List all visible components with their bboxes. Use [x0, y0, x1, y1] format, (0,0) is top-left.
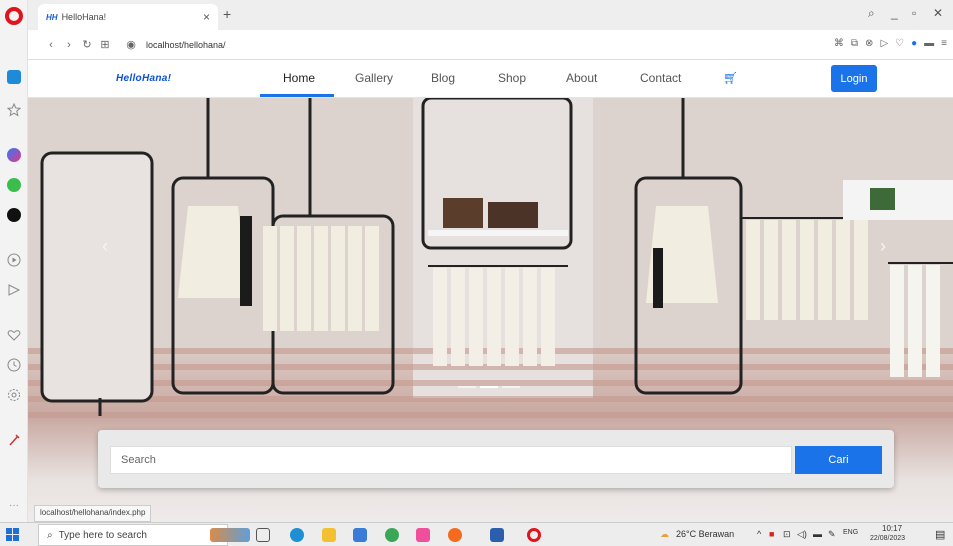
url-field[interactable]: localhost/hellohana/ — [146, 40, 226, 50]
brand-logo[interactable]: HelloHana! — [116, 73, 171, 84]
profile-icon[interactable]: ● — [911, 38, 917, 49]
battery-icon[interactable]: ▬ — [924, 38, 934, 49]
nav-shop[interactable]: Shop — [498, 71, 526, 85]
search-tabs-icon[interactable]: ⌕ — [868, 6, 875, 21]
opera-sidebar: ··· — [0, 0, 28, 522]
chrome-icon[interactable] — [385, 528, 399, 542]
tray-app-icon[interactable]: ■ — [769, 529, 774, 539]
translate-icon[interactable]: ⌘ — [834, 38, 844, 49]
site-navbar: HelloHana! Home Gallery Blog Shop About … — [28, 60, 953, 98]
tab-bar: HH HelloHana! × + ⌕ _ ▫ ✕ — [28, 0, 953, 30]
word-icon[interactable] — [490, 528, 504, 542]
favicon-icon: HH — [46, 12, 58, 22]
website: HelloHana! Home Gallery Blog Shop About … — [28, 60, 953, 522]
weather-icon[interactable]: ☁ — [660, 529, 669, 540]
carousel-prev-icon[interactable]: ‹ — [102, 236, 108, 257]
tray-chevron-icon[interactable]: ^ — [757, 529, 761, 539]
forward-icon[interactable]: › — [60, 39, 78, 51]
browser-tab[interactable]: HH HelloHana! × — [38, 4, 218, 30]
active-nav-indicator — [260, 94, 334, 97]
minimize-icon[interactable]: _ — [891, 6, 898, 20]
battery-tray-icon[interactable]: ▬ — [813, 529, 822, 539]
site-info-icon[interactable]: ◉ — [122, 38, 140, 51]
player-icon[interactable] — [7, 253, 21, 267]
tiktok-icon[interactable] — [7, 208, 21, 222]
close-window-icon[interactable]: ✕ — [933, 6, 943, 20]
home-icon[interactable] — [7, 70, 21, 84]
pen-icon[interactable]: ✎ — [828, 529, 836, 540]
more-icon[interactable]: ··· — [7, 500, 21, 514]
task-view-icon[interactable] — [256, 528, 270, 542]
nav-about[interactable]: About — [566, 71, 597, 85]
messenger-icon[interactable] — [7, 148, 21, 162]
nav-home[interactable]: Home — [283, 71, 315, 85]
heart-icon[interactable] — [7, 328, 21, 342]
cart-icon[interactable]: 🛒︎ — [723, 71, 738, 85]
taskbar-widget-icon[interactable] — [210, 528, 250, 542]
nav-contact[interactable]: Contact — [640, 71, 681, 85]
back-icon[interactable]: ‹ — [42, 39, 60, 51]
search-icon: ⌕ — [47, 529, 53, 541]
restore-icon[interactable]: ▫ — [912, 6, 916, 20]
carousel-indicator[interactable] — [458, 386, 476, 388]
carousel-next-icon[interactable]: › — [880, 236, 886, 257]
settings-icon[interactable] — [7, 388, 21, 402]
network-icon[interactable]: ⊡ — [783, 529, 791, 540]
bookmark-heart-icon[interactable]: ♡ — [895, 38, 904, 49]
carousel-indicator[interactable] — [502, 386, 520, 388]
login-button[interactable]: Login — [831, 65, 877, 92]
tabs-grid-icon[interactable]: ⊞ — [96, 38, 114, 51]
search-input[interactable] — [110, 446, 792, 474]
menu-icon[interactable]: ≡ — [941, 38, 947, 49]
history-icon[interactable] — [7, 358, 21, 372]
whatsapp-icon[interactable] — [7, 178, 21, 192]
snapshot-icon[interactable]: ⧉ — [851, 38, 858, 49]
address-bar: ‹ › ↻ ⊞ ◉ localhost/hellohana/ ⌘ ⧉ ⊗ ▷ ♡… — [28, 30, 953, 60]
file-explorer-icon[interactable] — [322, 528, 336, 542]
windows-taskbar: ⌕ Type here to search ☁ 26°C Berawan ^ ■… — [0, 522, 953, 546]
store-icon[interactable] — [353, 528, 367, 542]
tab-title: HelloHana! — [61, 12, 107, 22]
weather-text[interactable]: 26°C Berawan — [676, 529, 734, 539]
opera-taskbar-icon[interactable] — [527, 528, 541, 542]
windows-start-icon[interactable] — [6, 528, 20, 542]
taskbar-search[interactable]: ⌕ Type here to search — [38, 524, 228, 546]
send-icon[interactable] — [7, 283, 21, 297]
nav-gallery[interactable]: Gallery — [355, 71, 393, 85]
send-icon[interactable]: ▷ — [880, 38, 888, 49]
new-tab-icon[interactable]: + — [223, 6, 231, 22]
vpn-icon[interactable]: ⊗ — [865, 38, 873, 49]
nav-blog[interactable]: Blog — [431, 71, 455, 85]
reload-icon[interactable]: ↻ — [78, 38, 96, 51]
carousel-indicators — [458, 386, 520, 388]
taskbar-search-placeholder: Type here to search — [58, 529, 147, 541]
opera-logo-icon[interactable] — [5, 7, 23, 25]
language-indicator[interactable]: ENG — [843, 529, 858, 536]
notification-icon[interactable]: ▤ — [935, 528, 945, 541]
clock-date[interactable]: 22/08/2023 — [870, 535, 905, 542]
star-icon[interactable] — [7, 103, 21, 117]
clock-time[interactable]: 10:17 — [882, 524, 902, 533]
easy-setup-icon[interactable] — [7, 433, 21, 447]
edge-icon[interactable] — [290, 528, 304, 542]
status-url: localhost/hellohana/index.php — [34, 505, 152, 522]
app-icon[interactable] — [416, 528, 430, 542]
volume-icon[interactable]: ◁) — [797, 529, 807, 540]
address-toolbar: ⌘ ⧉ ⊗ ▷ ♡ ● ▬ ≡ — [834, 38, 947, 49]
close-tab-icon[interactable]: × — [203, 10, 210, 24]
carousel-indicator-active[interactable] — [480, 386, 498, 388]
search-button[interactable]: Cari — [795, 446, 882, 474]
search-panel: Cari — [98, 430, 894, 488]
firefox-icon[interactable] — [448, 528, 462, 542]
